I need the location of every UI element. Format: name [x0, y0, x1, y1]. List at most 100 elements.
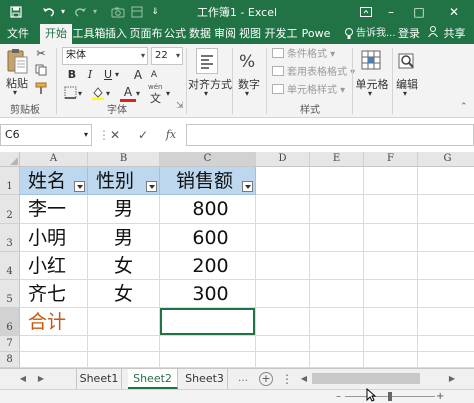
sheet-tab-sheet3[interactable]: Sheet3: [182, 369, 228, 389]
cell-b3[interactable]: 男: [88, 224, 160, 252]
column-header-e[interactable]: E: [310, 152, 364, 167]
maximize-icon[interactable]: □: [412, 3, 426, 21]
cell-a6[interactable]: 合计: [20, 308, 88, 336]
cell-e6[interactable]: [310, 308, 364, 336]
format-as-table-button[interactable]: 套用表格格式 ▾: [272, 65, 355, 81]
editing-dropdown-icon[interactable]: ▾: [403, 89, 407, 98]
column-header-c[interactable]: C: [160, 152, 256, 167]
column-header-f[interactable]: F: [364, 152, 418, 167]
name-box[interactable]: C6 ▾: [0, 124, 92, 146]
scroll-left-icon[interactable]: ◀: [298, 371, 310, 386]
cell-e5[interactable]: [310, 280, 364, 308]
tab-home[interactable]: 开始: [40, 24, 72, 44]
minimize-icon[interactable]: –: [384, 3, 398, 21]
cell-a2[interactable]: 李一: [20, 195, 88, 224]
cell-b5[interactable]: 女: [88, 280, 160, 308]
next-sheet-icon[interactable]: ▶: [34, 369, 48, 389]
tab-view[interactable]: 视图: [238, 24, 262, 44]
row-header-7[interactable]: 7: [0, 336, 20, 352]
cell-b6[interactable]: [88, 308, 160, 336]
cell-e8[interactable]: [310, 352, 364, 368]
cell-d7[interactable]: [256, 336, 310, 352]
cell-d8[interactable]: [256, 352, 310, 368]
column-header-a[interactable]: A: [20, 152, 88, 167]
dialog-launcher-icon[interactable]: ⇲: [176, 101, 184, 111]
cell-f6[interactable]: [364, 308, 418, 336]
cells-dropdown-icon[interactable]: ▾: [368, 89, 372, 98]
cell-f2[interactable]: [364, 195, 418, 224]
cell-d3[interactable]: [256, 224, 310, 252]
phonetic-dropdown-icon[interactable]: ▾: [166, 89, 170, 98]
format-painter-icon[interactable]: [33, 82, 49, 98]
cell-g1[interactable]: [418, 167, 474, 195]
more-options-icon[interactable]: ⋮: [280, 369, 294, 389]
number-dropdown-icon[interactable]: ▾: [245, 89, 249, 98]
increase-font-button[interactable]: A: [130, 67, 146, 83]
cell-b2[interactable]: 男: [88, 195, 160, 224]
zoom-slider-knob[interactable]: [388, 392, 392, 401]
font-size-select[interactable]: 22 ▾: [151, 47, 183, 65]
close-icon[interactable]: ✕: [444, 3, 464, 21]
underline-button[interactable]: U: [100, 67, 116, 83]
cell-c3[interactable]: 600: [160, 224, 256, 252]
filter-dropdown-icon[interactable]: [146, 181, 157, 192]
number-format-icon[interactable]: %: [238, 48, 260, 74]
decrease-font-button[interactable]: A: [146, 67, 162, 83]
column-header-b[interactable]: B: [88, 152, 160, 167]
share-button[interactable]: 共享: [428, 24, 472, 44]
cell-d5[interactable]: [256, 280, 310, 308]
formula-input[interactable]: [186, 124, 474, 146]
row-header-2[interactable]: 2: [0, 195, 20, 224]
paste-icon[interactable]: [6, 48, 28, 76]
cell-f7[interactable]: [364, 336, 418, 352]
cell-b4[interactable]: 女: [88, 252, 160, 280]
cell-g5[interactable]: [418, 280, 474, 308]
row-header-6[interactable]: 6: [0, 308, 20, 336]
column-header-g[interactable]: G: [418, 152, 474, 167]
cell-e2[interactable]: [310, 195, 364, 224]
borders-dropdown-icon[interactable]: ▾: [78, 89, 82, 98]
cell-a5[interactable]: 齐七: [20, 280, 88, 308]
zoom-out-icon[interactable]: –: [336, 390, 341, 403]
insert-function-button[interactable]: fx: [162, 126, 180, 144]
tab-file[interactable]: 文件: [0, 24, 36, 44]
cell-c4[interactable]: 200: [160, 252, 256, 280]
bold-button[interactable]: B: [64, 67, 80, 83]
scrollbar-thumb[interactable]: [312, 373, 420, 384]
login-button[interactable]: 登录: [394, 24, 424, 44]
column-header-d[interactable]: D: [256, 152, 310, 167]
cell-f8[interactable]: [364, 352, 418, 368]
cell-g8[interactable]: [418, 352, 474, 368]
cell-styles-button[interactable]: 单元格样式 ▾: [272, 83, 345, 99]
cell-a8[interactable]: [20, 352, 88, 368]
cell-c8[interactable]: [160, 352, 256, 368]
cell-f1[interactable]: [364, 167, 418, 195]
alignment-icon[interactable]: [196, 48, 218, 74]
font-color-button[interactable]: A: [120, 84, 136, 102]
cell-c6-active[interactable]: [160, 308, 256, 336]
copy-icon[interactable]: [33, 64, 49, 80]
font-name-select[interactable]: 宋体 ▾: [62, 47, 148, 65]
tab-toolbox[interactable]: 工具箱: [72, 24, 106, 44]
cell-e3[interactable]: [310, 224, 364, 252]
row-header-8[interactable]: 8: [0, 352, 20, 368]
cell-e1[interactable]: [310, 167, 364, 195]
fill-color-icon[interactable]: [90, 86, 106, 102]
cell-b7[interactable]: [88, 336, 160, 352]
scroll-right-icon[interactable]: ▶: [446, 371, 458, 386]
cell-f3[interactable]: [364, 224, 418, 252]
underline-dropdown-icon[interactable]: ▾: [115, 70, 119, 79]
conditional-formatting-button[interactable]: 条件格式 ▾: [272, 47, 335, 63]
cell-c1[interactable]: 销售额: [160, 167, 256, 195]
sheet-tab-sheet1[interactable]: Sheet1: [76, 369, 122, 389]
cell-g2[interactable]: [418, 195, 474, 224]
add-sheet-button[interactable]: +: [259, 372, 273, 386]
cell-g4[interactable]: [418, 252, 474, 280]
cell-a1[interactable]: 姓名: [20, 167, 88, 195]
editing-icon[interactable]: [396, 48, 418, 74]
tab-power[interactable]: Powe: [300, 24, 332, 44]
cell-g3[interactable]: [418, 224, 474, 252]
tab-data[interactable]: 数据: [188, 24, 212, 44]
zoom-in-icon[interactable]: +: [436, 390, 444, 403]
filter-dropdown-icon[interactable]: [74, 181, 85, 192]
